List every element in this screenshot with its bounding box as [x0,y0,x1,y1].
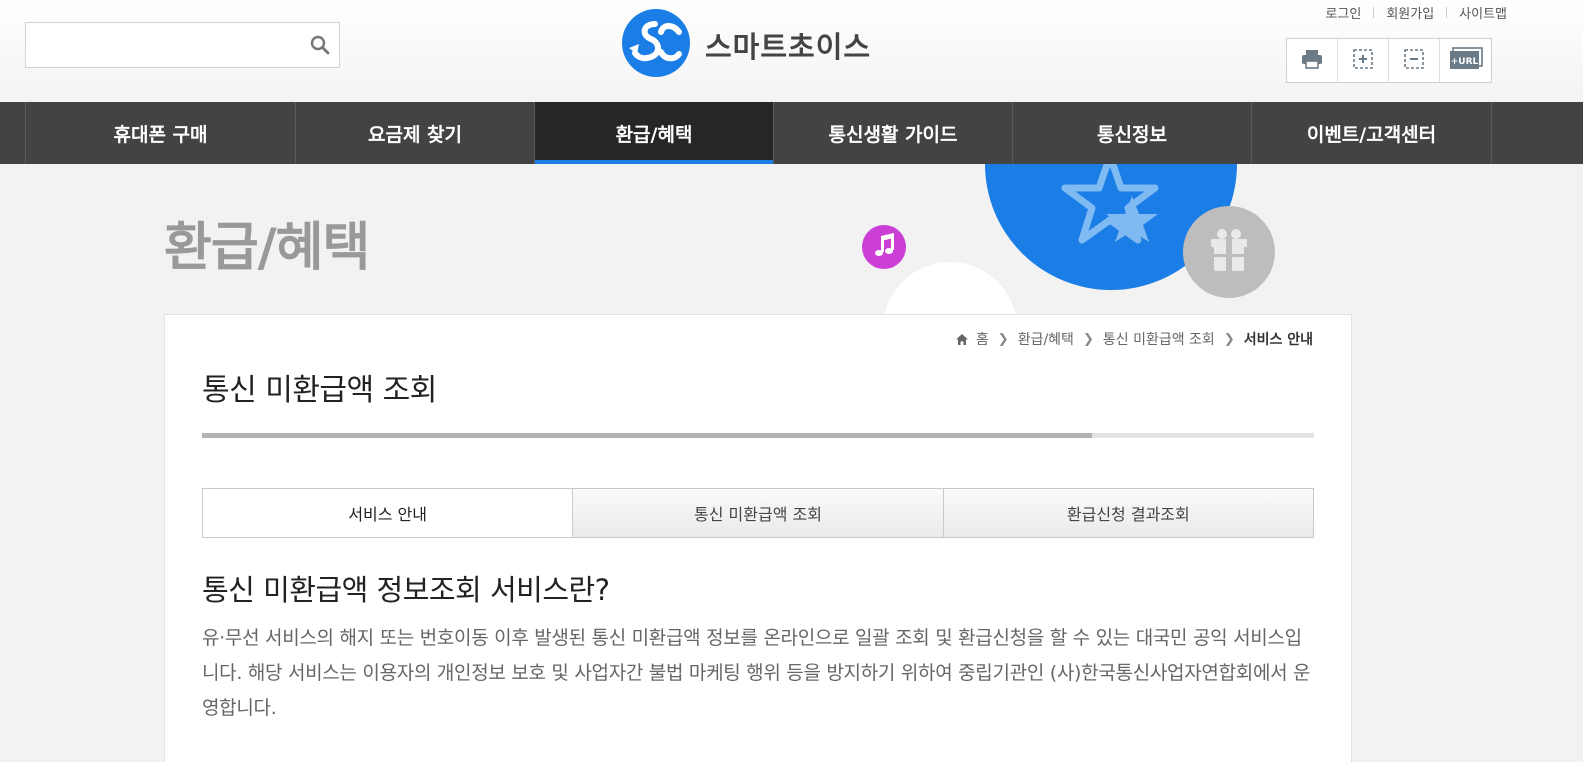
chevron-right-icon: ❯ [1223,331,1235,347]
print-button[interactable] [1287,39,1338,82]
logo-text: 스마트초이스 [705,30,872,64]
chevron-right-icon: ❯ [997,331,1009,347]
title-progress-bar [202,433,1314,438]
content-title: 통신 미환급액 조회 [202,373,437,408]
breadcrumb: 홈 ❯ 환급/혜택 ❯ 통신 미환급액 조회 ❯ 서비스 안내 [955,329,1313,349]
url-copy-icon: +URL [1449,46,1483,75]
nav-item-event-support[interactable]: 이벤트/고객센터 [1252,102,1492,164]
sitemap-link[interactable]: 사이트맵 [1459,3,1507,22]
signup-link[interactable]: 회원가입 [1386,3,1434,22]
home-icon[interactable] [955,333,969,346]
divider [1373,7,1375,18]
url-copy-button[interactable]: +URL [1440,39,1491,82]
chevron-right-icon: ❯ [1082,331,1094,347]
tab-refund-result[interactable]: 환급신청 결과조회 [943,489,1313,537]
tool-buttons: +URL [1286,38,1492,83]
nav-item-phone-purchase[interactable]: 휴대폰 구매 [26,102,296,164]
section-description: 유·무선 서비스의 해지 또는 번호이동 이후 발생된 통신 미환급액 정보를 … [202,627,1311,719]
zoom-out-button[interactable] [1389,39,1440,82]
content-box: 홈 ❯ 환급/혜택 ❯ 통신 미환급액 조회 ❯ 서비스 안내 통신 미환급액 … [164,314,1352,762]
progress-fill [202,433,1092,438]
divider [1446,7,1448,18]
tab-refund-lookup[interactable]: 통신 미환급액 조회 [573,489,944,537]
nav-item-refund-benefits[interactable]: 환급/혜택 [535,102,774,164]
main-nav: 휴대폰 구매 요금제 찾기 환급/혜택 통신생활 가이드 통신정보 이벤트/고객… [0,102,1583,164]
logo-icon [621,8,691,82]
zoom-in-button[interactable] [1338,39,1389,82]
section-title: 통신 미환급액 정보조회 서비스란? [202,573,610,607]
page-title: 환급/혜택 [164,218,370,278]
nav-item-plan-finder[interactable]: 요금제 찾기 [296,102,535,164]
breadcrumb-refund-benefits[interactable]: 환급/혜택 [1018,329,1074,349]
util-links: 로그인 회원가입 사이트맵 [1325,3,1507,22]
search-icon[interactable] [309,34,331,56]
tab-bar: 서비스 안내 통신 미환급액 조회 환급신청 결과조회 [202,488,1314,538]
breadcrumb-home[interactable]: 홈 [976,329,989,349]
url-badge: +URL [1450,57,1478,67]
nav-item-telecom-info[interactable]: 통신정보 [1013,102,1252,164]
visual-decoration [862,164,1275,314]
breadcrumb-current: 서비스 안내 [1243,332,1313,348]
zoom-out-icon [1403,48,1425,74]
zoom-in-icon [1352,48,1374,74]
breadcrumb-refund-lookup[interactable]: 통신 미환급액 조회 [1103,329,1215,349]
print-icon [1301,49,1323,73]
tab-service-info[interactable]: 서비스 안내 [203,489,574,537]
search-box [25,22,340,68]
logo[interactable]: 스마트초이스 [621,8,872,82]
search-input[interactable] [26,23,306,67]
header: 스마트초이스 로그인 회원가입 사이트맵 +URL [0,0,1583,102]
login-link[interactable]: 로그인 [1325,3,1361,22]
nav-item-telecom-guide[interactable]: 통신생활 가이드 [774,102,1013,164]
